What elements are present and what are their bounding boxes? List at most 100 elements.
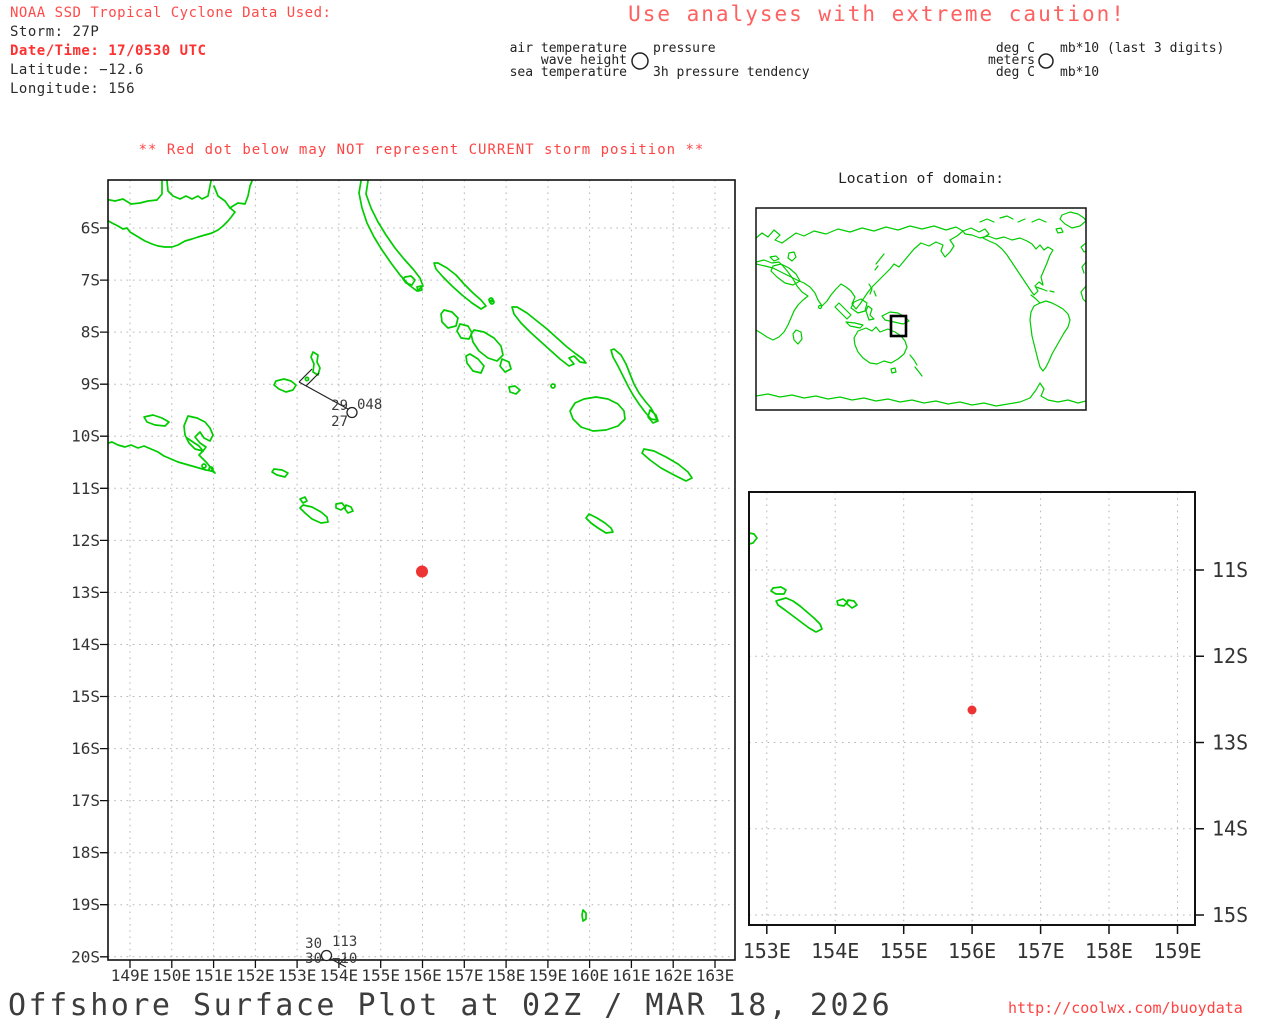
main-y-tick-label: 12S xyxy=(71,531,100,550)
main-x-tick-label: 162E xyxy=(654,966,693,985)
main-y-tick-label: 16S xyxy=(71,739,100,758)
station2-tendency: −10 xyxy=(332,951,357,967)
info-datetime: Date/Time: 17/0530 UTC xyxy=(10,43,207,59)
storm-dot-main xyxy=(416,565,428,578)
main-y-tick-label: 14S xyxy=(71,635,100,654)
main-y-tick-label: 13S xyxy=(71,583,100,602)
storm-info-block: NOAA SSD Tropical Cyclone Data Used: Sto… xyxy=(10,4,331,99)
coast-greenland xyxy=(1059,211,1086,229)
coast-new-georgia-group xyxy=(440,309,512,374)
main-x-tick-label: 163E xyxy=(696,966,735,985)
coast-islet-4 xyxy=(304,376,310,382)
info-latitude: Latitude: −12.6 xyxy=(10,62,144,78)
zoom-y-tick-label: 14S xyxy=(1212,817,1248,841)
coast-tasmania xyxy=(890,367,897,374)
main-x-tick-label: 154E xyxy=(320,966,359,985)
main-x-tick-label: 155E xyxy=(361,966,400,985)
coast-rossel-zoom xyxy=(836,598,858,609)
main-y-axis-labels: 6S 7S 8S 9S 10S 11S 12S 13S 14S 15S 16S … xyxy=(71,219,100,967)
coast-malaita xyxy=(610,348,659,424)
coast-sumatra xyxy=(834,302,852,320)
zoom-x-tick-label: 158E xyxy=(1085,939,1133,963)
main-x-axis-labels: 149E 150E 151E 152E 153E 154E 155E 156E … xyxy=(111,966,735,985)
coast-sulawesi xyxy=(865,305,875,321)
main-y-tick-label: 6S xyxy=(81,219,100,238)
main-y-tick-label: 7S xyxy=(81,271,100,290)
legend-tendency-units: mb*10 xyxy=(1060,65,1100,80)
coast-bougainville xyxy=(358,180,424,292)
zoom-x-tick-label: 159E xyxy=(1153,939,1201,963)
station1-air-temp: 29 xyxy=(331,398,348,414)
zoom-y-tick-label: 15S xyxy=(1212,903,1248,927)
main-y-tick-label: 9S xyxy=(81,375,100,394)
zoom-grid-horizontal xyxy=(749,569,1195,916)
coast-edge-islet xyxy=(749,532,758,545)
main-x-tick-label: 149E xyxy=(111,966,150,985)
main-x-tick-label: 161E xyxy=(612,966,651,985)
coast-iceland xyxy=(1055,227,1064,234)
main-y-tick-label: 10S xyxy=(71,427,100,446)
zoom-y-axis-labels: 11S 12S 13S 14S 15S xyxy=(1212,558,1248,927)
coast-new-zealand xyxy=(909,354,923,377)
legend-pressure-units: mb*10 (last 3 digits) xyxy=(1060,41,1225,56)
main-y-tick-label: 11S xyxy=(71,479,100,498)
station-plot-2: 30 30 113 −10 xyxy=(305,934,357,968)
main-grid-horizontal xyxy=(108,227,735,958)
station1-pressure: 048 xyxy=(357,397,382,413)
coast-japan xyxy=(874,253,885,271)
zoom-ticks-right xyxy=(1195,569,1204,916)
main-x-tick-label: 151E xyxy=(194,966,233,985)
coast-islet-5 xyxy=(201,463,207,469)
coast-russell xyxy=(508,385,521,395)
legend-pressure-label: pressure xyxy=(653,41,716,56)
source-url: http://coolwx.com/buoydata xyxy=(1008,999,1243,1017)
coast-tagula-zoom xyxy=(775,597,823,633)
zoom-ticks-bottom xyxy=(766,925,1179,934)
zoom-x-axis-labels: 153E 154E 155E 156E 157E 158E 159E xyxy=(743,939,1202,963)
coast-new-guinea-tip xyxy=(108,437,216,474)
main-x-tick-label: 158E xyxy=(487,966,526,985)
coast-rossel xyxy=(335,502,354,514)
storm-position-warning: ** Red dot below may NOT represent CURRE… xyxy=(138,142,705,158)
station2-pressure: 113 xyxy=(332,934,357,950)
info-title: NOAA SSD Tropical Cyclone Data Used: xyxy=(10,5,332,21)
main-x-tick-label: 160E xyxy=(570,966,609,985)
main-coastlines xyxy=(108,180,693,922)
station-circle-icon xyxy=(346,406,358,419)
coast-caspian xyxy=(769,251,797,262)
coast-north-america xyxy=(962,227,1054,296)
station-circle-icon xyxy=(320,949,333,962)
coast-islet-3 xyxy=(550,383,556,389)
legend-station-circle-icon xyxy=(1038,53,1054,69)
main-x-tick-label: 150E xyxy=(153,966,192,985)
main-y-tick-label: 20S xyxy=(71,947,100,966)
station-plot-1: 29 27 048 xyxy=(298,368,382,430)
zoom-x-tick-label: 156E xyxy=(948,939,996,963)
domain-box xyxy=(889,314,908,338)
zoom-x-tick-label: 154E xyxy=(811,939,859,963)
main-y-tick-label: 17S xyxy=(71,791,100,810)
coast-fergusson xyxy=(143,414,170,427)
zoom-coastlines xyxy=(749,532,858,633)
zoom-y-tick-label: 11S xyxy=(1212,558,1248,582)
caution-banner: Use analyses with extreme caution! xyxy=(628,2,1126,26)
zoom-y-tick-label: 12S xyxy=(1212,644,1248,668)
coast-arctic-islands xyxy=(979,215,1047,223)
coast-antarctica xyxy=(756,382,1086,407)
coast-madagascar xyxy=(792,329,803,345)
coast-guadalcanal xyxy=(569,396,626,432)
coast-kiriwina xyxy=(310,351,321,376)
main-x-tick-label: 157E xyxy=(445,966,484,985)
zoom-map: 153E 154E 155E 156E 157E 158E 159E 11S 1… xyxy=(743,491,1248,963)
zoom-x-tick-label: 157E xyxy=(1017,939,1065,963)
info-longitude: Longitude: 156 xyxy=(10,81,136,97)
coast-tagula xyxy=(299,496,329,524)
zoom-x-tick-label: 155E xyxy=(880,939,928,963)
coast-small-island xyxy=(770,586,787,595)
world-inset-title: Location of domain: xyxy=(838,171,1004,187)
coast-woodlark xyxy=(273,378,297,393)
station1-sea-temp: 27 xyxy=(331,414,348,430)
station2-sea-temp: 30 xyxy=(305,951,322,967)
legend-station-circle-icon xyxy=(631,52,649,70)
zoom-y-tick-label: 13S xyxy=(1212,731,1248,755)
